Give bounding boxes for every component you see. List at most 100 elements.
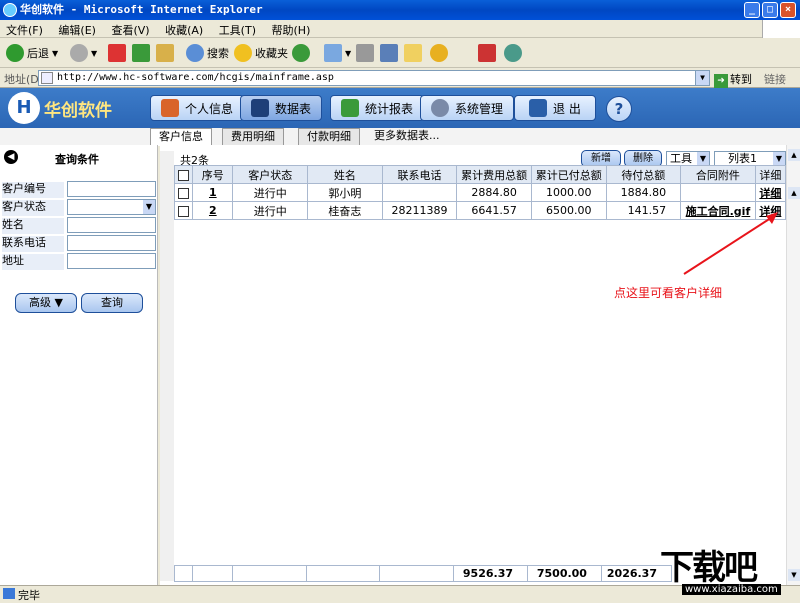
advanced-button[interactable]: 高级 ▼ <box>15 293 77 313</box>
col-header[interactable]: 序号 <box>192 165 234 184</box>
cell-due: 141.57 <box>605 201 682 220</box>
row-checkbox[interactable] <box>178 187 190 199</box>
field-label: 联系电话 <box>2 236 64 252</box>
scroll-up-icon[interactable]: ▲ <box>788 149 800 161</box>
history-button[interactable] <box>292 42 310 64</box>
go-button[interactable]: ➜ 转到 <box>714 71 752 88</box>
sidebar-title: 查询条件 <box>55 153 99 166</box>
cell-due: 1884.80 <box>605 183 682 202</box>
close-button[interactable]: × <box>780 2 796 18</box>
help-button[interactable]: ? <box>606 96 632 122</box>
nav-logout[interactable]: 退 出 <box>514 95 596 121</box>
edit-icon <box>380 44 398 62</box>
left-scrollbar[interactable] <box>160 151 174 581</box>
annotation-text: 点这里可看客户详细 <box>614 286 723 300</box>
mail-button[interactable]: ▼ <box>324 42 351 64</box>
name-input[interactable] <box>67 217 156 233</box>
menu-view[interactable]: 查看(V) <box>105 20 155 40</box>
col-header[interactable]: 累计费用总额 <box>456 165 532 184</box>
row-number-link[interactable]: 1 <box>209 186 217 199</box>
back-icon <box>6 44 24 62</box>
customer-status-select[interactable]: ▼ <box>67 199 156 215</box>
menu-file[interactable]: 文件(F) <box>0 20 49 40</box>
research-icon <box>430 44 448 62</box>
table-icon <box>251 99 269 117</box>
maximize-button[interactable]: □ <box>762 2 778 18</box>
row-number-link[interactable]: 2 <box>209 204 217 217</box>
messenger-button[interactable] <box>478 42 496 64</box>
print-button[interactable] <box>356 42 374 64</box>
col-header[interactable]: 姓名 <box>307 165 383 184</box>
tab-customer-info[interactable]: 客户信息 <box>150 128 212 146</box>
person-icon <box>161 99 179 117</box>
cell-phone: 28211389 <box>381 201 458 220</box>
people-button[interactable] <box>504 42 522 64</box>
address-dropdown[interactable]: ▼ <box>695 71 709 85</box>
tab-payment-detail[interactable]: 付款明细 <box>298 128 360 145</box>
page-icon <box>41 72 53 84</box>
select-all-checkbox[interactable] <box>178 169 190 181</box>
menu-favorites[interactable]: 收藏(A) <box>159 20 209 40</box>
menu-tools[interactable]: 工具(T) <box>213 20 262 40</box>
nav-personal-info[interactable]: 个人信息 <box>150 95 245 121</box>
phone-input[interactable] <box>67 235 156 251</box>
field-customer-status: 客户状态 ▼ <box>0 198 158 216</box>
research-button[interactable] <box>430 42 448 64</box>
bird-icon <box>478 44 496 62</box>
minimize-button[interactable]: _ <box>744 2 760 18</box>
query-button[interactable]: 查询 <box>81 293 143 313</box>
col-header[interactable]: 待付总额 <box>605 165 682 184</box>
chevron-down-icon: ▼ <box>697 152 709 166</box>
history-icon <box>292 44 310 62</box>
window-titlebar: 华创软件 - Microsoft Internet Explorer _ □ × <box>0 0 800 20</box>
address-input[interactable]: http://www.hc-software.com/hcgis/mainfra… <box>38 70 710 86</box>
watermark-text: 下载吧 <box>660 548 758 588</box>
address-field-input[interactable] <box>67 253 156 269</box>
cell-status: 进行中 <box>232 201 309 220</box>
status-text: 完毕 <box>18 589 40 602</box>
stop-button[interactable] <box>108 42 126 64</box>
forward-icon <box>70 44 88 62</box>
field-customer-id: 客户编号 <box>0 180 158 198</box>
tab-expense-detail[interactable]: 费用明细 <box>222 128 284 145</box>
col-header[interactable]: 客户状态 <box>232 165 309 184</box>
forward-button[interactable]: ▼ <box>70 42 97 64</box>
edit-button[interactable] <box>380 42 398 64</box>
table-row[interactable]: 1 进行中 郭小明 2884.80 1000.00 1884.80 详细 <box>173 183 787 202</box>
cell-name: 桂奋志 <box>307 201 383 220</box>
totals-row: 9526.37 7500.00 2026.37 <box>174 565 673 582</box>
tab-more-tables[interactable]: 更多数据表... <box>366 128 448 145</box>
field-label: 姓名 <box>2 218 64 234</box>
logo-text: 华创软件 <box>44 100 112 121</box>
menu-edit[interactable]: 编辑(E) <box>52 20 102 40</box>
back-button[interactable]: 后退 ▼ <box>6 42 58 64</box>
home-button[interactable] <box>156 42 174 64</box>
refresh-icon <box>132 44 150 62</box>
field-label: 客户编号 <box>2 182 64 198</box>
discuss-icon <box>404 44 422 62</box>
select-all-cell <box>173 165 194 184</box>
detail-link[interactable]: 详细 <box>759 187 781 200</box>
discuss-button[interactable] <box>404 42 422 64</box>
search-label: 搜索 <box>207 47 229 60</box>
links-button[interactable]: 链接 <box>764 71 786 87</box>
favorites-button[interactable]: 收藏夹 <box>234 42 288 64</box>
search-button[interactable]: 搜索 <box>186 42 229 64</box>
nav-system[interactable]: 系统管理 <box>420 95 515 121</box>
nav-statistics[interactable]: 统计报表 <box>330 95 425 121</box>
status-page-icon <box>3 588 15 599</box>
menu-help[interactable]: 帮助(H) <box>266 20 317 40</box>
table-header-row: 序号 客户状态 姓名 联系电话 累计费用总额 累计已付总额 待付总额 合同附件 … <box>173 165 787 184</box>
nav-data-table[interactable]: 数据表 <box>240 95 323 121</box>
col-header[interactable]: 累计已付总额 <box>530 165 607 184</box>
col-header[interactable]: 合同附件 <box>680 165 756 184</box>
row-checkbox[interactable] <box>178 205 190 217</box>
collapse-arrow-icon[interactable]: ◀ <box>4 150 18 164</box>
scroll-up-icon[interactable]: ▲ <box>788 187 800 199</box>
query-sidebar: ◀ 查询条件 客户编号 客户状态 ▼ 姓名 联系电话 地址 高级 ▼ 查询 <box>0 145 158 585</box>
col-header[interactable]: 联系电话 <box>381 165 458 184</box>
watermark-logo: 下载吧 www.xiazaiba.com <box>660 540 800 600</box>
refresh-button[interactable] <box>132 42 150 64</box>
customer-id-input[interactable] <box>67 181 156 197</box>
col-header[interactable]: 详细 <box>754 165 787 184</box>
